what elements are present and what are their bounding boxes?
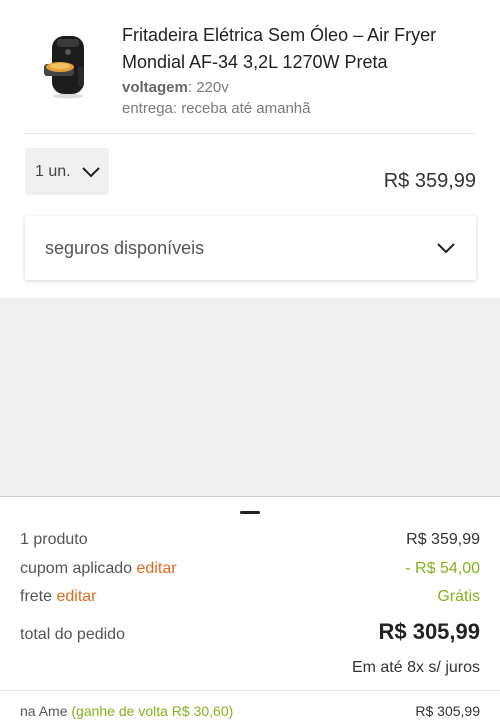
coupon-label: cupom aplicado: [20, 560, 133, 577]
items-label: 1 produto: [20, 531, 88, 548]
voltage-attribute: voltagem: 220v: [122, 79, 229, 96]
shipping-edit-link[interactable]: editar: [56, 588, 96, 605]
air-fryer-image[interactable]: [42, 30, 94, 100]
total-value: R$ 305,99: [378, 619, 480, 644]
order-summary-sheet: 1 produto R$ 359,99 cupom aplicado edita…: [0, 496, 500, 722]
installments-info: Em até 8x s/ juros: [351, 659, 480, 676]
quantity-value: 1 un.: [35, 162, 71, 180]
ame-cashback: (ganhe de volta R$ 30,60): [71, 703, 234, 719]
summary-row-ame: na Ame (ganhe de volta R$ 30,60) R$ 305,…: [20, 703, 480, 719]
summary-row-shipping: frete editar Grátis: [20, 588, 480, 606]
divider: [0, 690, 500, 691]
insurance-dropdown[interactable]: seguros disponíveis: [25, 216, 476, 280]
cart-item-card: Fritadeira Elétrica Sem Óleo – Air Fryer…: [0, 0, 500, 298]
voltage-value: : 220v: [187, 79, 229, 96]
total-label: total do pedido: [20, 626, 125, 643]
delivery-info: entrega: receba até amanhã: [122, 100, 311, 117]
summary-row-items: 1 produto R$ 359,99: [20, 531, 480, 549]
coupon-edit-link[interactable]: editar: [137, 560, 177, 577]
product-title[interactable]: Fritadeira Elétrica Sem Óleo – Air Fryer…: [122, 22, 462, 76]
divider: [24, 133, 476, 134]
shipping-value: Grátis: [437, 588, 480, 605]
voltage-label: voltagem: [122, 79, 188, 96]
quantity-select[interactable]: 1 un.: [25, 148, 109, 195]
summary-row-coupon: cupom aplicado editar - R$ 54,00: [20, 560, 480, 578]
insurance-label: seguros disponíveis: [45, 237, 205, 258]
item-price: R$ 359,99: [383, 170, 476, 192]
ame-label: na Ame: [20, 703, 68, 719]
shipping-label: frete: [20, 588, 53, 605]
ame-value: R$ 305,99: [415, 703, 480, 719]
sheet-drag-handle[interactable]: [240, 511, 260, 514]
chevron-down-icon: [81, 166, 100, 177]
chevron-down-icon: [437, 243, 455, 254]
summary-row-total: total do pedido R$ 305,99: [20, 619, 480, 645]
items-value: R$ 359,99: [406, 531, 480, 548]
coupon-value: - R$ 54,00: [405, 560, 480, 577]
